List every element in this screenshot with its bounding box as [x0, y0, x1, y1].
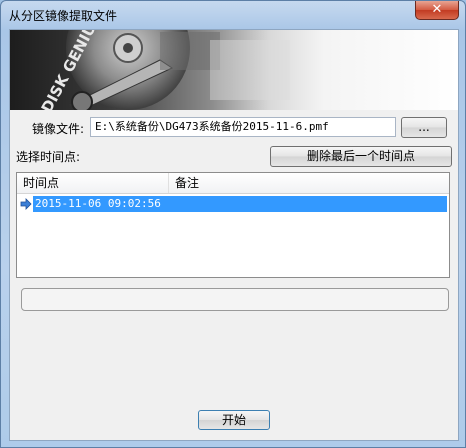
timepoint-list[interactable]: 时间点 备注 2015-11-06 09:02:56: [16, 172, 450, 278]
column-header-note[interactable]: 备注: [169, 173, 449, 193]
select-timepoint-label: 选择时间点:: [16, 150, 81, 164]
image-file-path-field[interactable]: E:\系统备份\DG473系统备份2015-11-6.pmf: [90, 117, 396, 137]
start-button[interactable]: 开始: [198, 410, 270, 430]
dialog-body: DISK GENIUS 镜像文件: E:\系统备份\DG473系统备份2015-…: [9, 29, 459, 441]
window-title: 从分区镜像提取文件: [9, 9, 118, 23]
close-icon: ✕: [431, 2, 443, 17]
hard-disk-illustration: DISK GENIUS: [38, 30, 290, 110]
timepoint-cell[interactable]: 2015-11-06 09:02:56: [33, 196, 447, 212]
image-file-label: 镜像文件:: [32, 122, 85, 136]
title-bar[interactable]: 从分区镜像提取文件 ✕: [1, 1, 465, 27]
column-header-time[interactable]: 时间点: [17, 173, 169, 193]
dialog-window: 从分区镜像提取文件 ✕ DISK GENIUS 镜像文件: E:\系统备份\DG…: [0, 0, 466, 448]
table-row[interactable]: 2015-11-06 09:02:56: [17, 196, 449, 212]
browse-button[interactable]: ...: [401, 117, 447, 138]
delete-last-timepoint-button[interactable]: 删除最后一个时间点: [270, 146, 452, 167]
close-button[interactable]: ✕: [415, 1, 459, 20]
list-header: 时间点 备注: [17, 173, 449, 194]
timepoint-arrow-icon: [20, 198, 32, 210]
progress-bar: [21, 288, 449, 311]
disk-genius-banner: DISK GENIUS: [10, 30, 458, 110]
